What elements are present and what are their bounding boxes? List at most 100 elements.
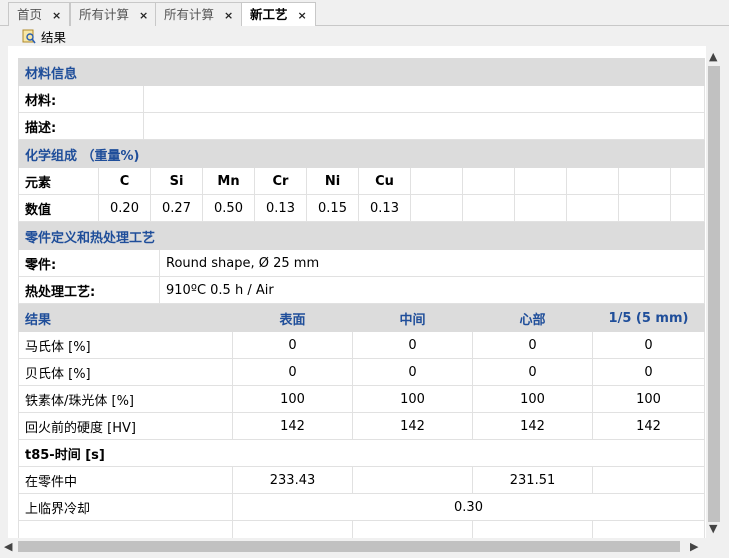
- table-row: 马氏体 [%] 0 0 0 0: [18, 331, 705, 359]
- scroll-up-icon[interactable]: ▲: [709, 50, 717, 63]
- tab-label: 新工艺: [250, 7, 288, 22]
- tab-home[interactable]: 首页 ×: [8, 2, 71, 26]
- value-label: 数值: [18, 194, 99, 222]
- empty-cell: [618, 167, 671, 195]
- close-icon[interactable]: ×: [52, 9, 61, 22]
- results-panel[interactable]: 材料信息 材料: 描述: 化学组成 （重量%) 元素 C Si Mn Cr Ni…: [8, 46, 721, 538]
- section-chemistry: 化学组成 （重量%): [17, 140, 706, 168]
- empty-cell: [462, 194, 515, 222]
- table-row: 贝氏体 [%] 0 0 0 0: [18, 358, 705, 386]
- element-c: C: [98, 167, 151, 195]
- table-row: 在零件中 233.43 231.51: [18, 466, 705, 494]
- cell-value: 100: [592, 385, 705, 413]
- in-part-label: 在零件中: [18, 466, 233, 494]
- cell-value: 100: [232, 385, 353, 413]
- empty-cell: [462, 167, 515, 195]
- cell-value: 0: [472, 358, 593, 386]
- result-label: 结果: [41, 30, 67, 45]
- value-ni: 0.15: [306, 194, 359, 222]
- row-label: 铁素体/珠光体 [%]: [18, 385, 233, 413]
- chemistry-table: 化学组成 （重量%) 元素 C Si Mn Cr Ni Cu 数值 0.20 0…: [17, 140, 706, 222]
- heat-treatment-value: 910ºC 0.5 h / Air: [158, 276, 706, 304]
- in-part-value-2: [352, 466, 473, 494]
- cell-value: 100: [352, 385, 473, 413]
- scroll-left-icon[interactable]: ◀: [4, 540, 12, 553]
- heat-treatment-label: 热处理工艺:: [18, 276, 160, 304]
- value-cr: 0.13: [254, 194, 307, 222]
- material-label: 材料:: [18, 85, 144, 113]
- empty-cell: [566, 194, 619, 222]
- description-label: 描述:: [18, 112, 144, 140]
- in-part-value-3: 231.51: [472, 466, 593, 494]
- part-label: 零件:: [18, 249, 160, 277]
- tab-label: 所有计算: [164, 7, 215, 22]
- table-row: t85-时间 [s]: [18, 439, 705, 467]
- cell-value: 0: [472, 331, 593, 359]
- cell-value: 142: [592, 412, 705, 440]
- empty-cell: [669, 167, 706, 195]
- close-icon[interactable]: ×: [298, 9, 307, 22]
- tab-new-process[interactable]: 新工艺 ×: [241, 2, 316, 27]
- empty-cell: [566, 167, 619, 195]
- results-table: 结果 表面 中间 心部 1/5 (5 mm) 马氏体 [%] 0 0 0 0 贝…: [18, 304, 705, 538]
- empty-cell: [669, 194, 706, 222]
- header-one-fifth: 1/5 (5 mm): [592, 304, 705, 332]
- results-header-label: 结果: [18, 304, 233, 332]
- material-table: 材料信息 材料: 描述:: [17, 58, 706, 140]
- element-mn: Mn: [202, 167, 255, 195]
- row-label: 回火前的硬度 [HV]: [18, 412, 233, 440]
- part-value: Round shape, Ø 25 mm: [158, 249, 706, 277]
- description-value: [142, 112, 706, 140]
- row-label: [18, 520, 233, 538]
- value-c: 0.20: [98, 194, 151, 222]
- cell-value: 0: [352, 358, 473, 386]
- upper-critical-cooling-label: 上临界冷却: [18, 493, 233, 521]
- section-material-info: 材料信息: [17, 58, 706, 86]
- table-row: 回火前的硬度 [HV] 142 142 142 142: [18, 412, 705, 440]
- header-surface: 表面: [232, 304, 353, 332]
- empty-cell: [410, 167, 463, 195]
- cell-value: 100: [472, 385, 593, 413]
- vertical-scrollbar[interactable]: ▲ ▼: [706, 46, 721, 538]
- close-icon[interactable]: ×: [224, 9, 233, 22]
- material-value: [142, 85, 706, 113]
- cell-value: 142: [472, 412, 593, 440]
- part-table: 零件定义和热处理工艺 零件: Round shape, Ø 25 mm 热处理工艺…: [17, 222, 706, 304]
- table-row: [18, 520, 705, 538]
- result-document-icon: [22, 29, 36, 44]
- cell-value: [232, 520, 353, 538]
- cell-value: 0: [592, 358, 705, 386]
- horizontal-scroll-thumb[interactable]: [18, 541, 680, 552]
- scroll-right-icon[interactable]: ▶: [690, 540, 698, 553]
- tab-bar: 首页 × 所有计算 × 所有计算 × 新工艺 ×: [0, 0, 729, 27]
- horizontal-scrollbar[interactable]: ◀ ▶: [0, 538, 706, 555]
- empty-cell: [410, 194, 463, 222]
- section-part-definition: 零件定义和热处理工艺: [17, 222, 706, 250]
- element-cu: Cu: [358, 167, 411, 195]
- cell-value: 0: [232, 358, 353, 386]
- cell-value: [352, 520, 473, 538]
- element-si: Si: [150, 167, 203, 195]
- scroll-down-icon[interactable]: ▼: [709, 522, 717, 535]
- in-part-value-1: 233.43: [232, 466, 353, 494]
- cell-value: 142: [232, 412, 353, 440]
- empty-cell: [514, 167, 567, 195]
- tab-all-calculations-1[interactable]: 所有计算 ×: [70, 2, 158, 26]
- cell-value: 142: [352, 412, 473, 440]
- table-row: 铁素体/珠光体 [%] 100 100 100 100: [18, 385, 705, 413]
- tab-all-calculations-2[interactable]: 所有计算 ×: [155, 2, 243, 26]
- cell-value: [592, 520, 705, 538]
- cell-value: 0: [352, 331, 473, 359]
- in-part-value-4: [592, 466, 705, 494]
- header-middle: 中间: [352, 304, 473, 332]
- result-button[interactable]: 结果: [22, 28, 66, 45]
- cell-value: 0: [592, 331, 705, 359]
- vertical-scroll-thumb[interactable]: [708, 66, 720, 522]
- close-icon[interactable]: ×: [139, 9, 148, 22]
- cell-value: [472, 520, 593, 538]
- t85-time-label: t85-时间 [s]: [18, 439, 705, 467]
- row-label: 马氏体 [%]: [18, 331, 233, 359]
- element-ni: Ni: [306, 167, 359, 195]
- table-row: 上临界冷却 0.30: [18, 493, 705, 521]
- toolbar: 结果: [0, 26, 729, 46]
